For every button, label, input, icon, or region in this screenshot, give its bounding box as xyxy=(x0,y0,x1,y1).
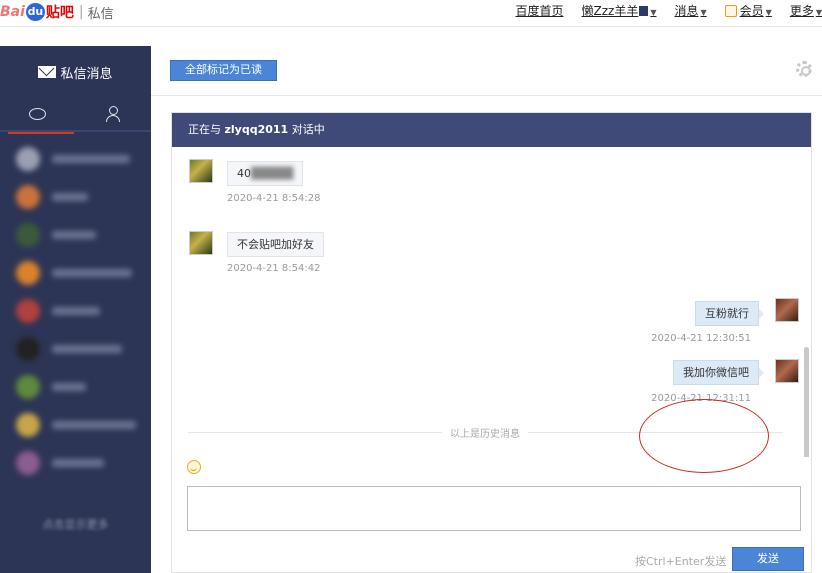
person-icon xyxy=(105,106,121,122)
avatar xyxy=(16,223,40,247)
list-item[interactable] xyxy=(0,406,151,444)
chevron-down-icon: ▼ xyxy=(765,7,772,17)
send-shortcut-hint: 按Ctrl+Enter发送 xyxy=(635,555,727,568)
message-bubble: 我加你微信吧 xyxy=(673,360,764,385)
scrollbar-thumb[interactable] xyxy=(804,347,809,457)
list-item[interactable] xyxy=(0,140,151,178)
my-avatar[interactable] xyxy=(775,298,799,322)
top-nav: 百度首页 懒Zzz羊羊 ▼ 消息 ▼ 会员 ▼ 更多 ▼ xyxy=(515,0,822,20)
nav-messages-label: 消息 xyxy=(674,3,699,18)
action-bar: 全部标记为已读 xyxy=(151,46,822,96)
logo-brand: 贴吧 xyxy=(45,5,74,21)
partner-avatar[interactable] xyxy=(189,159,213,183)
message-text: 不会贴吧加好友 xyxy=(237,238,314,251)
mark-all-read-button[interactable]: 全部标记为已读 xyxy=(170,60,277,81)
show-more-link[interactable]: 点击显示更多 xyxy=(0,516,151,532)
message-bubble: 40█████ xyxy=(227,161,304,186)
list-item[interactable] xyxy=(0,368,151,406)
logo-section: 私信 xyxy=(87,6,114,22)
sidebar: 私信消息 点击显示更多 xyxy=(0,46,151,573)
mail-icon xyxy=(38,66,57,78)
list-item[interactable] xyxy=(0,292,151,330)
logo-divider: | xyxy=(78,4,84,20)
message-bubble: 互粉就行 xyxy=(695,301,764,326)
conversation-list xyxy=(0,132,151,482)
message-time: 2020-4-21 8:54:42 xyxy=(227,263,321,274)
nav-home-link[interactable]: 百度首页 xyxy=(515,2,563,19)
history-divider-label: 以上是历史消息 xyxy=(442,425,528,440)
list-item[interactable] xyxy=(0,330,151,368)
list-item[interactable] xyxy=(0,254,151,292)
nav-messages-menu[interactable]: 消息 ▼ xyxy=(674,2,706,19)
tieba-logo[interactable]: Bai du 贴吧 | 私信 xyxy=(0,2,114,22)
chat-header-suffix: 对话中 xyxy=(291,123,325,136)
vip-icon xyxy=(724,4,737,17)
chevron-down-icon: ▼ xyxy=(700,7,707,17)
nav-more-label: 更多 xyxy=(789,3,814,18)
chat-partner-name[interactable]: zlyqq2011 xyxy=(225,123,289,136)
tab-contacts[interactable] xyxy=(76,98,152,130)
nav-vip-label: 会员 xyxy=(739,3,764,18)
list-item[interactable] xyxy=(0,216,151,254)
highlight-circle-annotation xyxy=(639,399,769,473)
tab-conversations[interactable] xyxy=(0,98,76,130)
partner-avatar[interactable] xyxy=(189,231,213,255)
avatar xyxy=(16,261,40,285)
message-time: 2020-4-21 8:54:28 xyxy=(227,193,321,204)
avatar xyxy=(16,185,40,209)
message-text: 40 xyxy=(237,167,251,180)
chevron-down-icon: ▼ xyxy=(815,7,822,17)
message-text: 互粉就行 xyxy=(705,307,749,320)
avatar xyxy=(16,299,40,323)
avatar xyxy=(16,147,40,171)
my-avatar[interactable] xyxy=(775,359,799,383)
list-item[interactable] xyxy=(0,444,151,482)
avatar xyxy=(16,375,40,399)
emoji-icon[interactable] xyxy=(187,460,201,474)
avatar xyxy=(16,413,40,437)
logo-bai: Bai xyxy=(0,4,25,20)
chat-header-prefix: 正在与 xyxy=(188,123,221,136)
chat-header: 正在与 zlyqq2011 对话中 xyxy=(172,113,811,147)
top-bar: Bai du 贴吧 | 私信 百度首页 懒Zzz羊羊 ▼ 消息 ▼ 会员 ▼ 更多 ▼ xyxy=(0,0,822,27)
avatar xyxy=(16,337,40,361)
chevron-down-icon: ▼ xyxy=(650,7,657,17)
chat-bubble-icon xyxy=(29,108,47,120)
nav-more-menu[interactable]: 更多 ▼ xyxy=(790,2,822,19)
list-item[interactable] xyxy=(0,178,151,216)
sidebar-tabs xyxy=(0,98,151,132)
sidebar-header: 私信消息 xyxy=(0,46,151,98)
send-button[interactable]: 发送 xyxy=(732,547,804,571)
message-text: 我加你微信吧 xyxy=(683,366,749,379)
main-panel: 全部标记为已读 正在与 zlyqq2011 对话中 40█████ 2020-4… xyxy=(151,46,822,573)
logo-du-icon: du xyxy=(25,3,45,21)
nav-user-menu[interactable]: 懒Zzz羊羊 ▼ xyxy=(582,2,657,19)
nav-vip-menu[interactable]: 会员 ▼ xyxy=(724,2,772,19)
message-bubble: 不会贴吧加好友 xyxy=(227,232,324,257)
sidebar-title: 私信消息 xyxy=(60,66,113,82)
username: 懒Zzz羊羊 xyxy=(581,3,639,18)
user-flag-icon xyxy=(639,5,649,16)
message-input[interactable] xyxy=(187,486,801,531)
gear-icon[interactable] xyxy=(796,61,812,77)
redacted-text: █████ xyxy=(251,167,294,180)
avatar xyxy=(16,451,40,475)
message-time: 2020-4-21 12:30:51 xyxy=(651,333,751,344)
chat-window: 正在与 zlyqq2011 对话中 40█████ 2020-4-21 8:54… xyxy=(171,112,812,573)
